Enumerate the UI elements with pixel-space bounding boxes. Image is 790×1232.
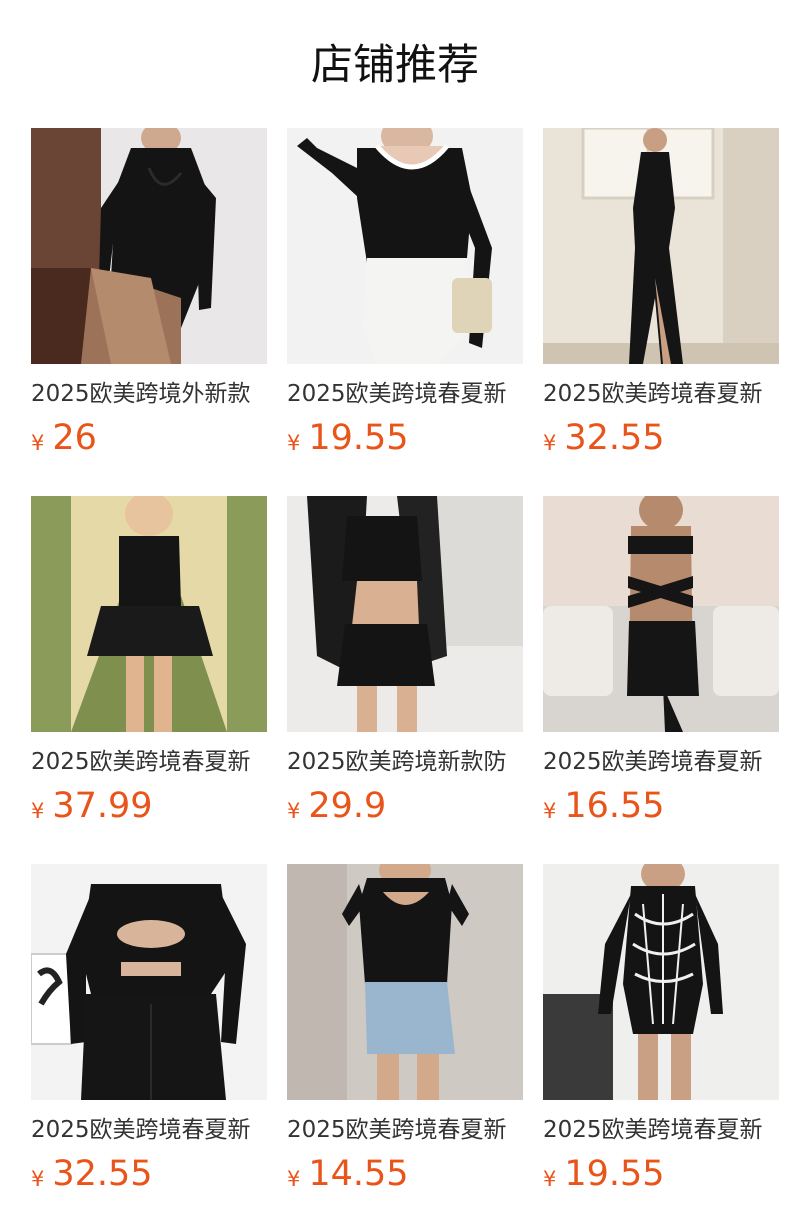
product-photo [31, 128, 267, 364]
product-image[interactable] [287, 496, 523, 732]
product-name[interactable]: 2025欧美跨境新款防 [287, 746, 523, 778]
currency-symbol: ¥ [287, 799, 301, 823]
product-card[interactable]: 2025欧美跨境春夏新 ¥14.55 [287, 864, 523, 1204]
product-card[interactable]: 2025欧美跨境新款防 ¥29.9 [287, 496, 523, 836]
product-photo [287, 128, 523, 364]
product-price: ¥29.9 [287, 784, 386, 828]
product-card[interactable]: 2025欧美跨境春夏新 ¥37.99 [31, 496, 267, 836]
currency-symbol: ¥ [543, 1167, 557, 1191]
product-card[interactable]: 2025欧美跨境春夏新 ¥16.55 [543, 496, 779, 836]
product-price: ¥16.55 [543, 784, 665, 828]
product-image[interactable] [543, 864, 779, 1100]
product-image[interactable] [31, 496, 267, 732]
product-grid: 2025欧美跨境外新款 ¥26 2025欧美跨境春夏新 ¥19.55 2025欧… [0, 0, 790, 1232]
product-name[interactable]: 2025欧美跨境春夏新 [543, 1114, 779, 1146]
product-photo [543, 864, 779, 1100]
price-amount: 26 [52, 418, 97, 458]
currency-symbol: ¥ [287, 431, 301, 455]
product-photo [287, 496, 523, 732]
product-card[interactable]: 2025欧美跨境春夏新 ¥32.55 [31, 864, 267, 1204]
product-price: ¥26 [31, 416, 97, 460]
product-photo [31, 864, 267, 1100]
product-card[interactable]: 2025欧美跨境春夏新 ¥19.55 [543, 864, 779, 1204]
product-image[interactable] [31, 864, 267, 1100]
product-price: ¥37.99 [31, 784, 153, 828]
product-card[interactable]: 2025欧美跨境春夏新 ¥19.55 [287, 128, 523, 468]
currency-symbol: ¥ [31, 1167, 45, 1191]
price-amount: 19.55 [308, 418, 409, 458]
currency-symbol: ¥ [287, 1167, 301, 1191]
product-image[interactable] [31, 128, 267, 364]
product-name[interactable]: 2025欧美跨境春夏新 [31, 1114, 267, 1146]
product-photo [543, 128, 779, 364]
product-price: ¥14.55 [287, 1152, 409, 1196]
product-price: ¥32.55 [543, 416, 665, 460]
price-amount: 32.55 [52, 1154, 153, 1194]
product-name[interactable]: 2025欧美跨境春夏新 [543, 746, 779, 778]
currency-symbol: ¥ [543, 431, 557, 455]
product-image[interactable] [287, 128, 523, 364]
product-card[interactable]: 2025欧美跨境外新款 ¥26 [31, 128, 267, 468]
currency-symbol: ¥ [31, 799, 45, 823]
product-name[interactable]: 2025欧美跨境春夏新 [287, 1114, 523, 1146]
product-name[interactable]: 2025欧美跨境春夏新 [287, 378, 523, 410]
price-amount: 29.9 [308, 786, 387, 826]
product-price: ¥32.55 [31, 1152, 153, 1196]
product-name[interactable]: 2025欧美跨境外新款 [31, 378, 267, 410]
price-amount: 14.55 [308, 1154, 409, 1194]
product-photo [287, 864, 523, 1100]
product-image[interactable] [543, 128, 779, 364]
product-image[interactable] [543, 496, 779, 732]
product-name[interactable]: 2025欧美跨境春夏新 [543, 378, 779, 410]
price-amount: 32.55 [564, 418, 665, 458]
price-amount: 19.55 [564, 1154, 665, 1194]
product-price: ¥19.55 [287, 416, 409, 460]
product-name[interactable]: 2025欧美跨境春夏新 [31, 746, 267, 778]
price-amount: 37.99 [52, 786, 153, 826]
product-photo [31, 496, 267, 732]
currency-symbol: ¥ [31, 431, 45, 455]
product-photo [543, 496, 779, 732]
product-image[interactable] [287, 864, 523, 1100]
product-price: ¥19.55 [543, 1152, 665, 1196]
currency-symbol: ¥ [543, 799, 557, 823]
price-amount: 16.55 [564, 786, 665, 826]
product-card[interactable]: 2025欧美跨境春夏新 ¥32.55 [543, 128, 779, 468]
